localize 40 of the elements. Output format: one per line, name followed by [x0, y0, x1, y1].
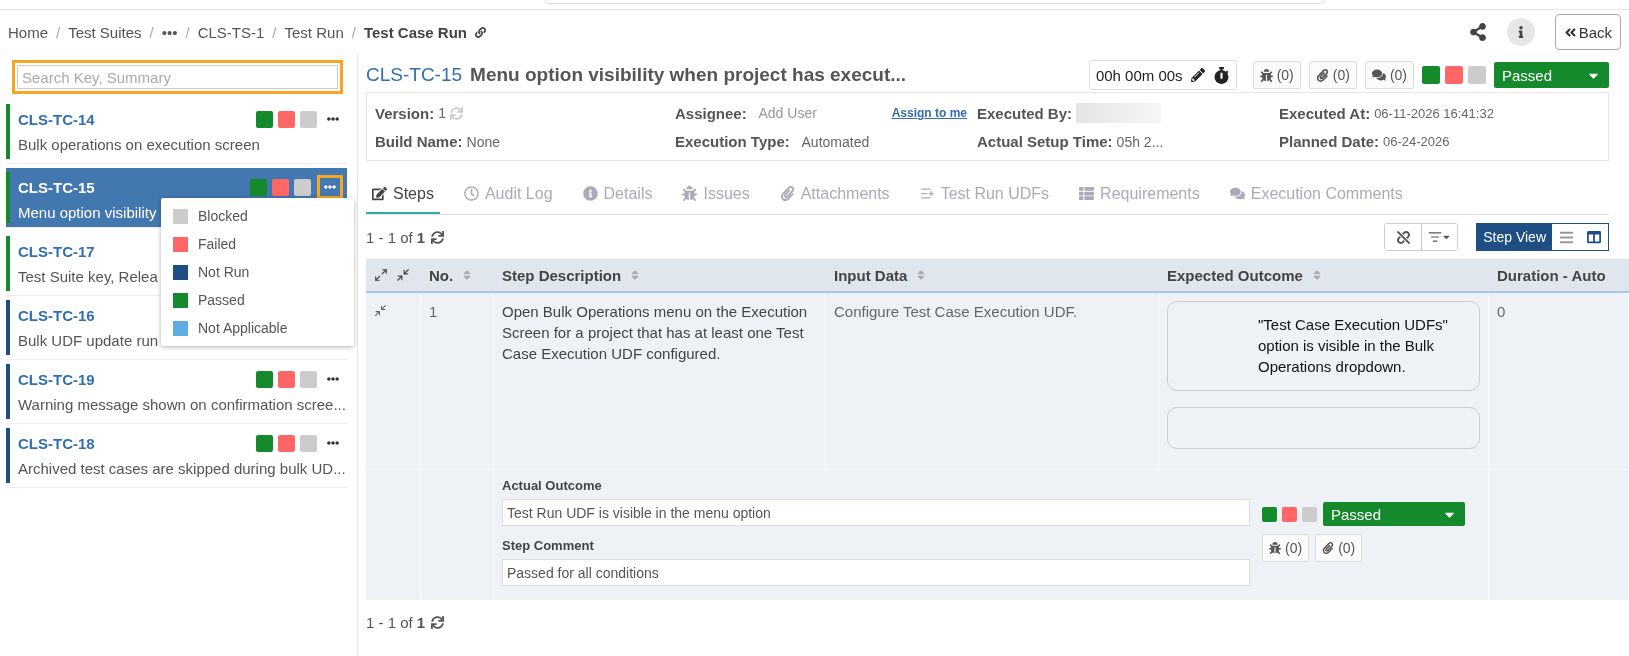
field-value: Automated	[800, 133, 870, 150]
test-case-summary: Test Suite key, Relea	[18, 268, 158, 285]
test-case-summary: Warning message shown on confirmation scree...	[18, 396, 346, 413]
field-label: Actual Setup Time:	[977, 133, 1113, 150]
field-label: Planned Date:	[1279, 133, 1380, 150]
pagination-text: 1 - 1 of 1	[366, 613, 426, 631]
table-cell: Configure Test Case Execution UDF.	[826, 293, 1159, 469]
table-cell: Open Bulk Operations menu on the Execution Screen for a project that has at least one Test Case Execution UDF configured.	[494, 293, 826, 469]
timer-value: 00h 00m 00s	[1095, 66, 1183, 84]
field-label: Assignee:	[675, 104, 747, 122]
pagination-text: 1 - 1 of 1	[366, 228, 426, 246]
table-cell: 1	[421, 293, 494, 469]
field-value: 06-24-2026	[1383, 134, 1450, 149]
breadcrumb-separator: /	[149, 23, 154, 41]
breadcrumb-separator: /	[56, 23, 61, 41]
status-label: Failed	[198, 236, 237, 252]
field-label: Version:	[375, 104, 435, 122]
field-label: Execution Type:	[675, 133, 790, 150]
actual-outcome-label: Actual Outcome	[502, 478, 603, 493]
field-label: Executed At:	[1279, 104, 1371, 122]
status-label: Not Run	[198, 264, 250, 280]
page-title: Test Case Run	[363, 23, 467, 41]
field-label: Executed By:	[977, 104, 1073, 122]
test-case-summary: Archived test cases are skipped during bulk UD...	[18, 460, 346, 477]
field-value: 06-11-2026 16:41:32	[1374, 105, 1494, 121]
status-label: Blocked	[198, 208, 248, 224]
breadcrumb-separator: /	[351, 23, 356, 41]
breadcrumb-separator: /	[185, 23, 190, 41]
test-case-summary: Bulk operations on execution screen	[18, 136, 260, 153]
field-value: None	[466, 133, 500, 150]
test-case-summary: Menu option visibility	[18, 204, 157, 221]
step-comment-label: Step Comment	[502, 538, 595, 553]
test-case-summary: Bulk UDF update run	[18, 332, 159, 349]
field-value: 1	[438, 105, 446, 121]
status-label: Not Applicable	[198, 320, 288, 336]
breadcrumb-separator: /	[272, 23, 277, 41]
field-value: 05h 2...	[1116, 133, 1164, 150]
table-cell: 0	[1489, 293, 1629, 469]
test-case-title: Menu option visibility when project has execut...	[470, 64, 907, 86]
field-label: Build Name:	[375, 133, 463, 150]
